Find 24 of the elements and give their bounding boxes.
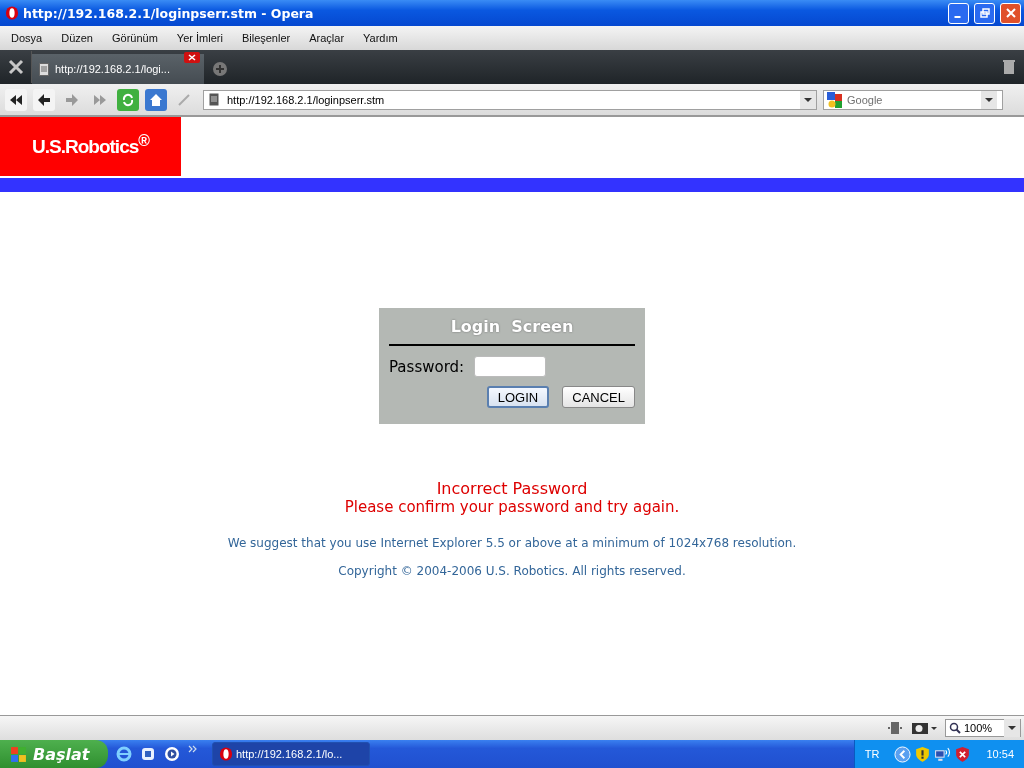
taskbar-button[interactable]: http://192.168.2.1/lo... xyxy=(212,742,370,766)
browser-tab[interactable]: http://192.168.2.1/logi... xyxy=(32,54,204,84)
menu-item[interactable]: Yardım xyxy=(355,32,406,44)
copyright-text: Copyright © 2004-2006 U.S. Robotics. All rights reserved. xyxy=(338,564,686,578)
error-title: Incorrect Password xyxy=(436,479,588,498)
menu-item[interactable]: Bileşenler xyxy=(233,32,299,44)
search-field[interactable]: Google xyxy=(847,93,977,106)
form-button[interactable]: LOGIN xyxy=(486,386,550,408)
password-label: Password: xyxy=(389,357,465,376)
clock: 10:54 xyxy=(986,748,1014,760)
window-title: http://192.168.2.1/loginpserr.stm - Opera xyxy=(23,5,314,21)
menu-item[interactable]: Araçlar xyxy=(301,32,353,44)
menu-item[interactable]: Yer İmleri xyxy=(168,32,231,44)
form-button[interactable]: CANCEL xyxy=(562,386,635,408)
logo: U.S.Robotics$^{®}$ xyxy=(0,117,181,176)
search-box[interactable]: Google xyxy=(823,89,1003,110)
panel-title: Login Screen xyxy=(449,317,575,336)
menu-item[interactable]: Görünüm xyxy=(104,32,166,44)
menu-item[interactable]: Düzen xyxy=(53,32,101,44)
zoom-field[interactable]: 100% xyxy=(945,719,1021,737)
error-message: Please confirm your password and try again. xyxy=(344,498,680,516)
browser-note: We suggest that you use Internet Explorer 5.5 or above at a minimum of 1024x768 resolution. xyxy=(227,536,797,550)
menu-item[interactable]: Dosya xyxy=(3,32,51,44)
address-field[interactable]: http://192.168.2.1/loginpserr.stm xyxy=(203,89,817,110)
